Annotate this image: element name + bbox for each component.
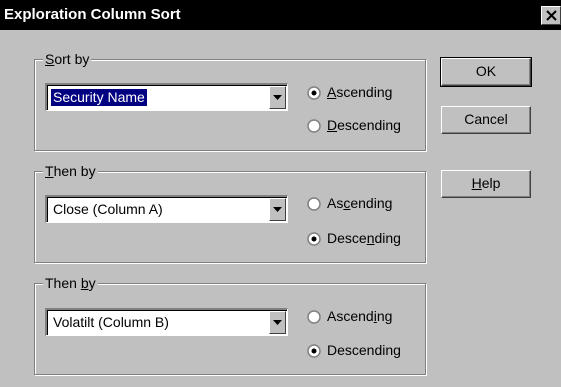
label-text: ng [376, 308, 393, 324]
label-text: ding [374, 230, 401, 246]
then-by-group-1: Then by Close (Column A) Ascending Desce… [34, 163, 426, 263]
then-by-group-2: Then by Volatilt (Column B) Ascending De… [34, 275, 426, 375]
sort-by-group: Sort by Security Name Ascending Descendi… [34, 51, 426, 151]
ok-button[interactable]: OK [440, 57, 532, 87]
then-by-combo-1[interactable]: Close (Column A) [45, 195, 288, 223]
close-button[interactable] [541, 6, 561, 25]
chevron-down-icon [273, 320, 282, 325]
then-by-1-descending-label: Descending [327, 230, 401, 247]
sort-by-legend: Sort by [43, 51, 92, 68]
then-by-combo-2[interactable]: Volatilt (Column B) [45, 308, 288, 336]
radio-checked-icon [307, 344, 321, 358]
label-text: ending [350, 195, 393, 211]
title-bar[interactable]: Exploration Column Sort [0, 0, 561, 30]
sort-by-combo-value: Security Name [50, 88, 148, 107]
help-accelerator: H [471, 175, 482, 191]
chevron-down-icon [273, 95, 282, 100]
label-text: Descendin [327, 342, 394, 358]
help-button[interactable]: Help [441, 170, 531, 198]
then-by-combo-1-value: Close (Column A) [53, 201, 163, 217]
label-accelerator: g [393, 342, 401, 358]
sort-by-descending-label: Descending [327, 117, 401, 134]
legend-text: hen by [53, 163, 96, 179]
label-text: Ascend [327, 308, 374, 324]
label-text: escending [337, 117, 401, 133]
legend-accelerator: b [80, 275, 89, 291]
legend-accelerator: S [45, 51, 55, 67]
legend-text: Then [45, 275, 81, 291]
cancel-button[interactable]: Cancel [441, 106, 531, 134]
sort-by-dropdown-button[interactable] [269, 86, 286, 109]
label-text: scending [336, 84, 393, 100]
radio-unchecked-icon [307, 310, 321, 324]
radio-checked-icon [307, 86, 321, 100]
then-by-2-descending-label: Descending [327, 342, 401, 359]
window-title: Exploration Column Sort [4, 6, 181, 23]
then-by-combo-2-value: Volatilt (Column B) [53, 314, 169, 330]
sort-by-ascending-label: Ascending [327, 84, 392, 101]
legend-text: y [88, 275, 96, 291]
radio-unchecked-icon [307, 119, 321, 133]
sort-by-combo[interactable]: Security Name [45, 83, 288, 111]
label-accelerator: D [327, 117, 338, 133]
close-icon [546, 10, 557, 21]
sort-dialog: Exploration Column Sort Sort by Security… [0, 0, 561, 387]
label-text: Desce [327, 230, 367, 246]
then-by-1-ascending-label: Ascending [327, 195, 392, 212]
chevron-down-icon [273, 207, 282, 212]
legend-accelerator: T [45, 163, 54, 179]
radio-checked-icon [307, 232, 321, 246]
legend-text: ort by [54, 51, 90, 67]
help-label: elp [481, 175, 501, 191]
then-by-1-dropdown-button[interactable] [269, 198, 286, 221]
label-accelerator: A [327, 84, 337, 100]
then-by-2-dropdown-button[interactable] [269, 311, 286, 334]
then-by-legend-2: Then by [43, 275, 98, 292]
label-text: As [327, 195, 344, 211]
then-by-2-ascending-label: Ascending [327, 308, 392, 325]
then-by-legend-1: Then by [43, 163, 98, 180]
radio-unchecked-icon [307, 197, 321, 211]
